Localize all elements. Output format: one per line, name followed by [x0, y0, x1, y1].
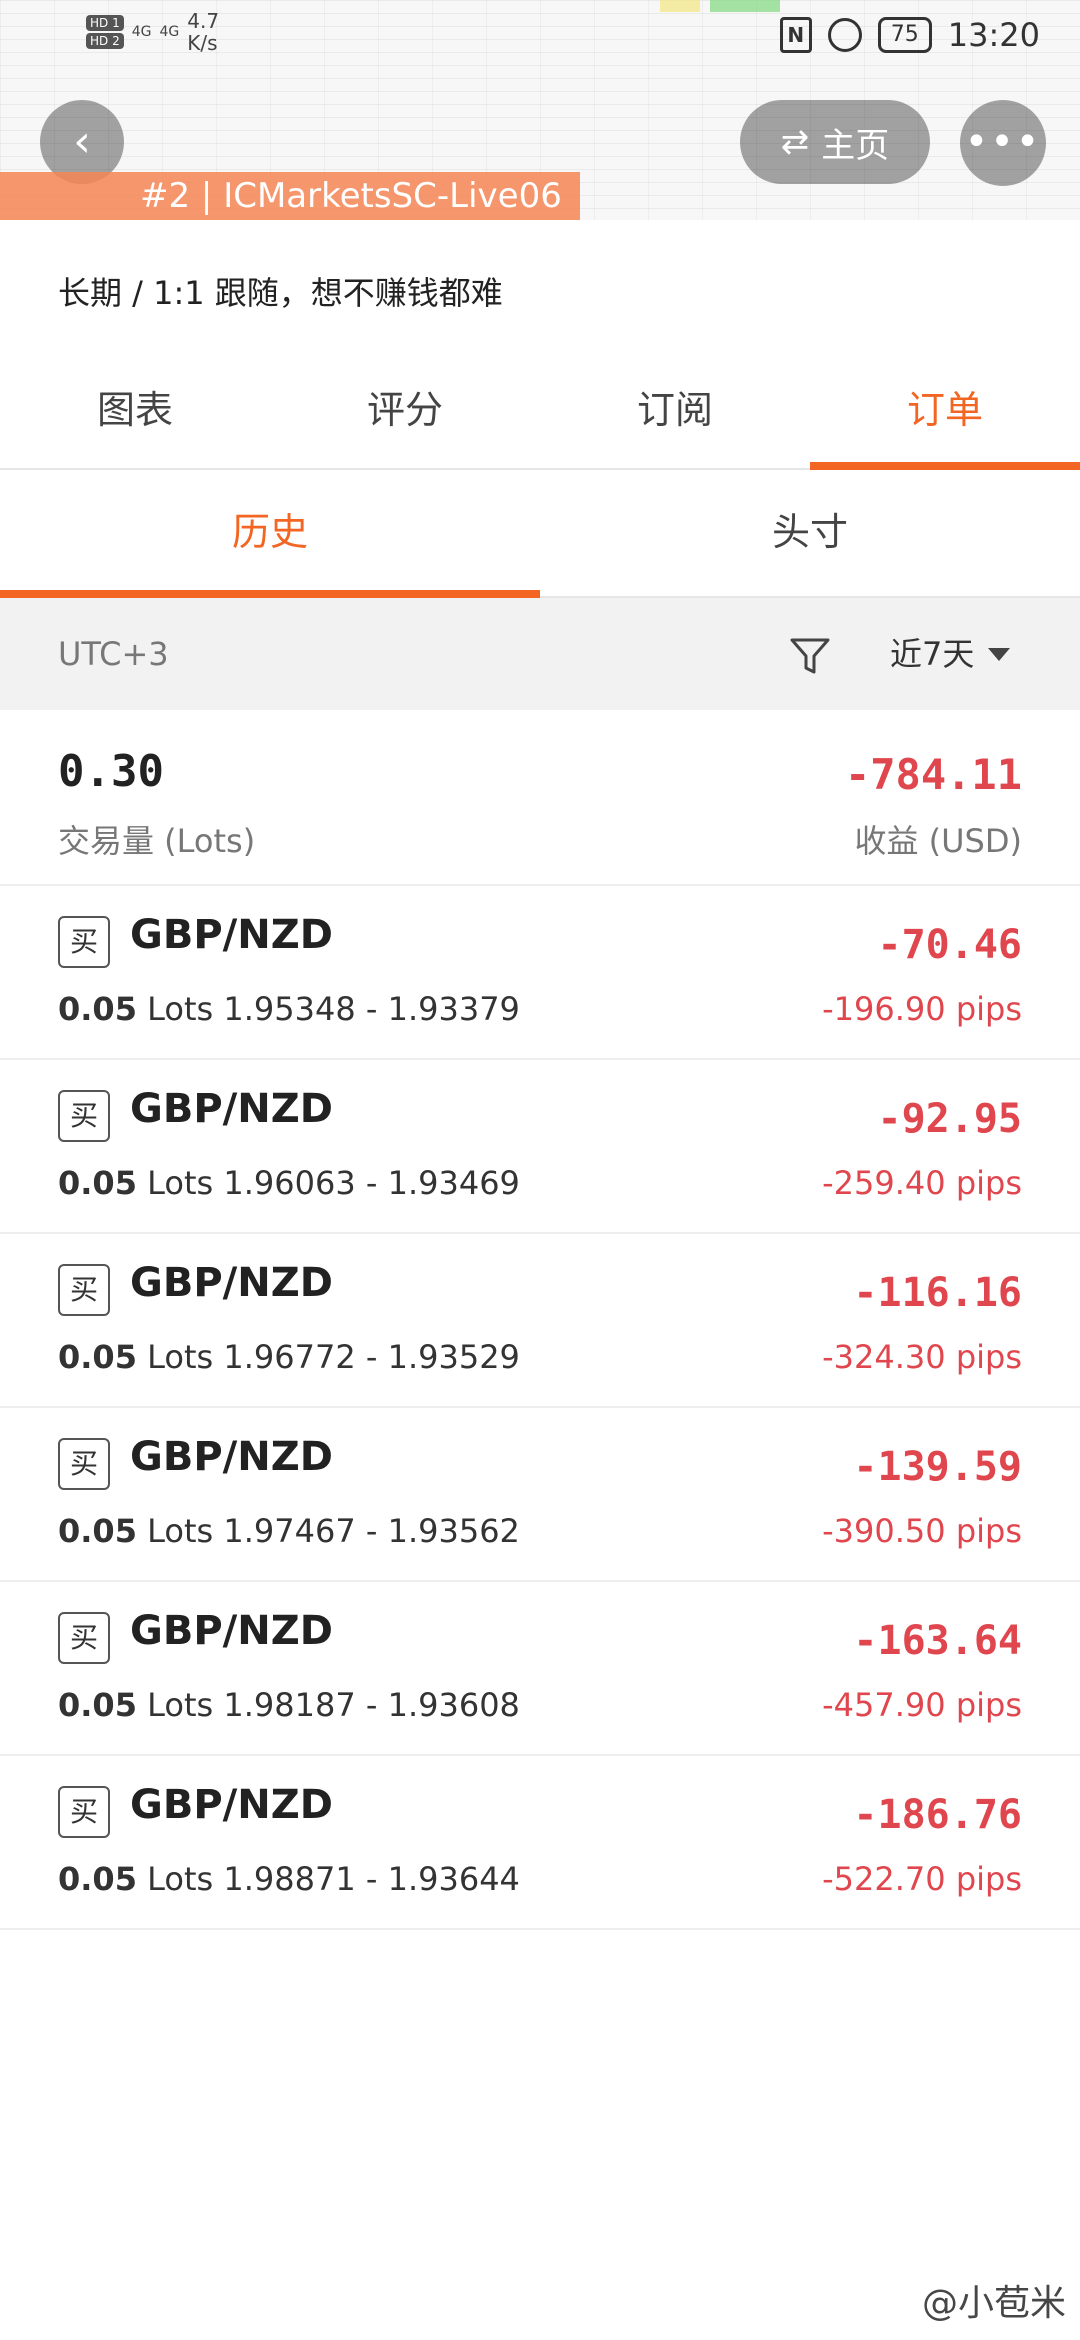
trade-row[interactable]: 买 GBP/NZD 0.05 Lots 1.96772 - 1.93529 -1… [0, 1234, 1080, 1408]
trade-detail: 0.05 Lots 1.95348 - 1.93379 [58, 990, 520, 1028]
signal-icon: 4G [131, 24, 152, 40]
hd-badge: HD 1 [86, 15, 124, 31]
trade-lots-unit: Lots [147, 1686, 214, 1724]
trade-lots-unit: Lots [147, 990, 214, 1028]
trade-list: 买 GBP/NZD 0.05 Lots 1.95348 - 1.93379 -7… [0, 886, 1080, 1930]
trade-prices: 1.96772 - 1.93529 [223, 1338, 520, 1376]
account-banner: #2 | ICMarketsSC-Live06 [0, 172, 580, 220]
more-button[interactable]: ••• [960, 100, 1046, 186]
trade-profit: -116.16 [853, 1270, 1022, 1316]
period-label: 近7天 [890, 635, 975, 673]
buy-badge: 买 [58, 916, 110, 968]
trade-pair: GBP/NZD [130, 912, 333, 958]
network-speed-unit: K/s [187, 31, 218, 55]
tab-chart[interactable]: 图表 [0, 360, 270, 468]
trade-profit: -163.64 [853, 1618, 1022, 1664]
timezone-label: UTC+3 [58, 635, 169, 673]
trade-lots-unit: Lots [147, 1338, 214, 1376]
trade-detail: 0.05 Lots 1.98187 - 1.93608 [58, 1686, 520, 1724]
subtab-positions[interactable]: 头寸 [540, 472, 1080, 596]
trade-detail: 0.05 Lots 1.96063 - 1.93469 [58, 1164, 520, 1202]
trade-pair: GBP/NZD [130, 1086, 333, 1132]
trade-lots: 0.05 [58, 1164, 137, 1202]
swap-icon: ⇄ [780, 122, 810, 162]
trade-row[interactable]: 买 GBP/NZD 0.05 Lots 1.98871 - 1.93644 -1… [0, 1756, 1080, 1930]
trade-pips: -522.70 pips [822, 1860, 1022, 1898]
main-tabs: 图表 评分 订阅 订单 [0, 360, 1080, 470]
trade-row[interactable]: 买 GBP/NZD 0.05 Lots 1.95348 - 1.93379 -7… [0, 886, 1080, 1060]
trade-row[interactable]: 买 GBP/NZD 0.05 Lots 1.97467 - 1.93562 -1… [0, 1408, 1080, 1582]
network-speed: 4.7 K/s [187, 10, 219, 54]
network-speed-value: 4.7 [187, 9, 220, 33]
trade-row[interactable]: 买 GBP/NZD 0.05 Lots 1.98187 - 1.93608 -1… [0, 1582, 1080, 1756]
status-left: HD 1 HD 2 4G 4G 4.7 K/s [86, 10, 219, 54]
trade-prices: 1.96063 - 1.93469 [223, 1164, 520, 1202]
status-bar: HD 1 HD 2 4G 4G 4.7 K/s N 75 13:20 [0, 0, 1080, 80]
trade-lots-unit: Lots [147, 1164, 214, 1202]
trade-prices: 1.95348 - 1.93379 [223, 990, 520, 1028]
trade-pair: GBP/NZD [130, 1782, 333, 1828]
home-button[interactable]: ⇄ 主页 [740, 100, 930, 184]
filter-bar: UTC+3 近7天 [0, 598, 1080, 710]
buy-badge: 买 [58, 1786, 110, 1838]
total-volume-label: 交易量 (Lots) [58, 822, 256, 860]
subtab-history[interactable]: 历史 [0, 472, 540, 598]
total-profit: -784.11 [844, 750, 1022, 799]
trade-lots: 0.05 [58, 990, 137, 1028]
buy-badge: 买 [58, 1264, 110, 1316]
trade-lots: 0.05 [58, 1338, 137, 1376]
trade-profit: -92.95 [877, 1096, 1023, 1142]
back-arrow-icon: ‹ [73, 116, 91, 167]
trade-pips: -324.30 pips [822, 1338, 1022, 1376]
alarm-icon [827, 18, 862, 52]
nfc-icon: N [779, 17, 812, 53]
total-volume: 0.30 [58, 746, 164, 797]
period-dropdown[interactable]: 近7天 [890, 598, 1011, 710]
trade-pair: GBP/NZD [130, 1434, 333, 1480]
trade-lots-unit: Lots [147, 1860, 214, 1898]
buy-badge: 买 [58, 1612, 110, 1664]
history-summary: 0.30 交易量 (Lots) -784.11 收益 (USD) [0, 712, 1080, 886]
trade-lots: 0.05 [58, 1686, 137, 1724]
order-subtabs: 历史 头寸 [0, 472, 1080, 598]
trade-lots: 0.05 [58, 1860, 137, 1898]
trade-prices: 1.98187 - 1.93608 [223, 1686, 520, 1724]
strategy-subtitle: 长期 / 1:1 跟随，想不赚钱都难 [58, 274, 503, 312]
tab-rating[interactable]: 评分 [270, 360, 540, 468]
hd-badge: HD 2 [86, 33, 124, 49]
battery-icon: 75 [877, 17, 932, 53]
trade-prices: 1.98871 - 1.93644 [223, 1860, 520, 1898]
trade-pair: GBP/NZD [130, 1608, 333, 1654]
clock: 13:20 [947, 16, 1040, 54]
trade-lots: 0.05 [58, 1512, 137, 1550]
trade-pips: -196.90 pips [822, 990, 1022, 1028]
total-profit-label: 收益 (USD) [854, 822, 1022, 860]
watermark: @小苞米 [921, 2283, 1066, 2324]
trade-pips: -259.40 pips [822, 1164, 1022, 1202]
hd-badges: HD 1 HD 2 [86, 15, 124, 49]
buy-badge: 买 [58, 1090, 110, 1142]
trade-prices: 1.97467 - 1.93562 [223, 1512, 520, 1550]
tab-orders[interactable]: 订单 [810, 360, 1080, 470]
filter-icon[interactable] [788, 634, 832, 678]
status-right: N 75 13:20 [779, 16, 1040, 54]
more-icon: ••• [964, 119, 1042, 165]
trade-pips: -457.90 pips [822, 1686, 1022, 1724]
caret-down-icon [988, 647, 1011, 661]
trade-pair: GBP/NZD [130, 1260, 333, 1306]
trade-profit: -70.46 [877, 922, 1023, 968]
trade-profit: -186.76 [853, 1792, 1022, 1838]
buy-badge: 买 [58, 1438, 110, 1490]
trade-detail: 0.05 Lots 1.98871 - 1.93644 [58, 1860, 520, 1898]
signal-icon: 4G [159, 24, 180, 40]
trade-profit: -139.59 [853, 1444, 1022, 1490]
tab-subscribe[interactable]: 订阅 [540, 360, 810, 468]
trade-pips: -390.50 pips [822, 1512, 1022, 1550]
trade-detail: 0.05 Lots 1.97467 - 1.93562 [58, 1512, 520, 1550]
trade-lots-unit: Lots [147, 1512, 214, 1550]
trade-row[interactable]: 买 GBP/NZD 0.05 Lots 1.96063 - 1.93469 -9… [0, 1060, 1080, 1234]
trade-detail: 0.05 Lots 1.96772 - 1.93529 [58, 1338, 520, 1376]
home-label: 主页 [821, 125, 890, 166]
